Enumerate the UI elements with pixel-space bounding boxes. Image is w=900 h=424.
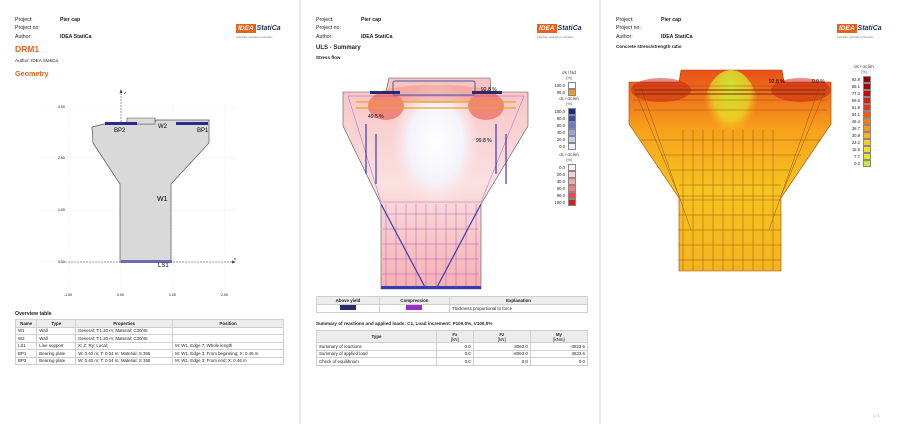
table-row: Thickness proportional to force	[316, 303, 588, 313]
y-tick: 1.00	[58, 208, 65, 212]
overview-table-title: Overview table	[15, 311, 52, 317]
page-number: 1 / 1	[873, 414, 880, 418]
project-value: Pier cap	[60, 17, 81, 23]
author-label: Author:	[15, 33, 32, 40]
x-tick: -1.00	[64, 293, 72, 297]
page-header: Project: Pier cap Project no: Author: IDEA…	[616, 17, 693, 40]
annotation-99: 99.8 %	[476, 138, 492, 144]
label-bp2: BP2	[114, 128, 126, 134]
project-no-label: Project no:	[15, 25, 40, 32]
key-table: Above yield Compression Explanation Thic…	[316, 296, 588, 313]
table-header: Properties	[75, 319, 174, 328]
section-title: Geometry	[15, 69, 49, 78]
concrete-ratio-drawing: 92.8 % 0.0 %	[628, 69, 832, 272]
table-row: BP2 Bearing plate W: 0.40 m; T: 0.04 m; Ma…	[14, 356, 284, 365]
z-axis-label: z	[124, 90, 126, 95]
report-page-concrete-ratio: Project: Pier cap Project no: Author: IDEA…	[601, 0, 900, 424]
table-row: Summary of applied load 0.0 -8063.0 3823.6	[316, 349, 589, 358]
author-value: IDEA StatiCa	[60, 33, 92, 40]
legend-steel: σs / fsd [%] 100.0 95.0	[554, 70, 576, 96]
table-row: Check of equilibrium 0.0 0.0 0.0	[316, 357, 589, 366]
table-row: Summary of reactions 0.0 8063.0 -3823.6	[316, 342, 589, 351]
annotation-92: 92.8 %	[481, 87, 497, 93]
label-w1: W1	[157, 196, 168, 203]
idea-statica-logo: IDEA StatiCa Calculate yesterday's estima…	[236, 24, 281, 39]
label-bp1: BP1	[197, 128, 209, 134]
section-subtitle: Concrete stress/strength ratio	[616, 44, 682, 49]
idea-statica-logo: IDEA StatiCa Calculate yesterday's estima…	[537, 24, 582, 39]
legend-concrete-ratio: σc / σc,lim [%] 92.8 85.1 77.3 69.6 61.9…	[851, 64, 874, 167]
annotation-0: 0.0 %	[812, 79, 825, 85]
annotation-49: 49.5 %	[368, 114, 384, 120]
x-axis-label: x	[234, 256, 236, 261]
summary-title: Summary of reactions and applied loads: …	[316, 321, 493, 326]
legend-concrete: σc / σc,lim [%] 0.0 20.0 40.0 60.0 80.0 …	[554, 152, 579, 206]
table-header: Position	[172, 319, 284, 328]
report-page-uls-summary: Project: Pier cap Project no: Author: IDEA…	[301, 0, 599, 424]
report-page-geometry: Project: Pier cap Project no: Author: IDEA…	[0, 0, 299, 424]
table-row: W1 Wall General; T:1.20 m; Material: C30/4…	[14, 326, 284, 335]
stress-flow-drawing: 92.8 % 49.5 % 99.8 %	[342, 77, 529, 290]
author-line: Author: IDEA StatiCa	[15, 58, 58, 63]
section-subtitle: Stress flow	[316, 55, 341, 60]
table-row: LS1 Line support X; Z; Ry; Local; M: W1, Ed…	[14, 341, 284, 350]
x-tick: 1.00	[169, 293, 176, 297]
table-row: BP1 Bearing plate W: 0.40 m; T: 0.04 m; Ma…	[14, 349, 284, 358]
compression-swatch	[406, 305, 423, 310]
overview-table: Name Type Properties Position W1 Wall Gene…	[14, 319, 284, 365]
legend-strut: σc / σc,lim [%] 100.0 80.0 60.0 40.0 20.…	[554, 96, 579, 150]
summary-table: Type Fx [kN] Fz [kN] My [kNm] Summary of re…	[316, 330, 589, 366]
project-label: Project:	[15, 17, 33, 23]
table-row: W2 Wall General; T:1.20 m; Material: C30/4…	[14, 334, 284, 343]
x-tick: 2.00	[221, 293, 228, 297]
page-header: Project: Pier cap Project no: Author: IDEA…	[316, 17, 393, 40]
y-tick: 3.00	[58, 105, 65, 109]
geometry-drawing: z x BP2 W2 BP1 W1 LS1 3.00 2.50 1.00 0.0…	[40, 89, 236, 297]
annotation-92: 92.8 %	[769, 79, 785, 85]
y-tick: 2.50	[58, 156, 65, 160]
above-yield-swatch	[339, 305, 356, 310]
page-header: Project: Pier cap Project no: Author: IDEA…	[15, 16, 92, 41]
x-tick: 0.00	[117, 293, 124, 297]
y-tick: 0.00	[58, 260, 65, 264]
report-title: DRM1	[15, 44, 40, 54]
table-header: Type	[36, 319, 77, 328]
label-ls1: LS1	[158, 263, 169, 269]
label-w2: W2	[158, 124, 168, 130]
section-title: ULS - Summary	[316, 45, 361, 51]
idea-statica-logo: IDEA StatiCa Calculate yesterday's estima…	[837, 24, 882, 39]
table-header: Name	[14, 319, 38, 328]
